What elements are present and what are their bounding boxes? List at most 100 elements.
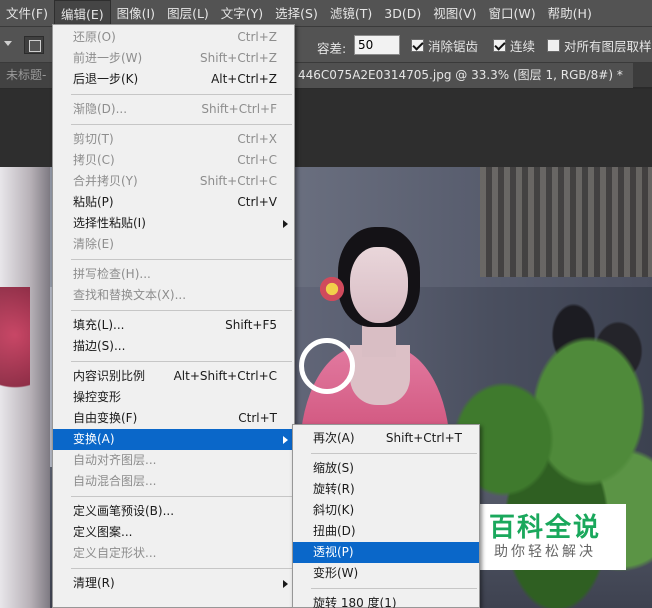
contiguous-label: 连续: [510, 38, 536, 54]
transform-submenu: 再次(A) Shift+Ctrl+T 缩放(S) 旋转(R) 斜切(K) 扭曲(D) 透视(…: [292, 424, 480, 608]
menu-item[interactable]: 自动对齐图层...: [53, 450, 294, 471]
checkbox-icon: [493, 38, 506, 52]
photo-background: [480, 167, 652, 277]
menu-item[interactable]: 前进一步(W) Shift+Ctrl+Z: [53, 48, 294, 69]
menu-item-label: 剪切(T): [73, 132, 114, 146]
selection-mode-icon[interactable]: [24, 36, 44, 54]
tool-preset-dropdown[interactable]: [2, 37, 16, 51]
menu-item-shortcut: Shift+Ctrl+F: [201, 102, 277, 116]
menu-item[interactable]: 变换(A): [53, 429, 294, 450]
menu-item[interactable]: 合并拷贝(Y) Shift+Ctrl+C: [53, 171, 294, 192]
photo-background: [0, 287, 30, 407]
menu-item-label: 渐隐(D)...: [73, 102, 128, 116]
menu-0[interactable]: 文件(F): [0, 0, 54, 27]
photo-subject: [350, 247, 408, 323]
menu-item[interactable]: 定义自定形状...: [53, 543, 294, 564]
menu-item[interactable]: 旋转(R): [293, 479, 479, 500]
menu-item-label: 透视(P): [313, 545, 354, 559]
menu-item-shortcut: Ctrl+V: [237, 195, 277, 209]
menu-item-label: 选择性粘贴(I): [73, 216, 146, 230]
menu-item-label: 操控变形: [73, 390, 122, 404]
menu-bar: 文件(F) 编辑(E) 图像(I) 图层(L) 文字(Y) 选择(S) 滤镜(T) 3D(D)…: [0, 0, 652, 27]
photo-subject: [318, 275, 346, 303]
menu-10[interactable]: 帮助(H): [542, 0, 598, 27]
menu-item[interactable]: 粘贴(P) Ctrl+V: [53, 192, 294, 213]
menu-item[interactable]: 斜切(K): [293, 500, 479, 521]
menu-item-label: 再次(A): [313, 431, 355, 445]
tolerance-input[interactable]: 50: [354, 35, 400, 55]
menu-item[interactable]: 渐隐(D)... Shift+Ctrl+F: [53, 99, 294, 120]
tab-untitled[interactable]: 未标题-: [0, 63, 53, 88]
menu-item-label: 拼写检查(H)...: [73, 267, 151, 281]
menu-item-label: 描边(S)...: [73, 339, 126, 353]
menu-item[interactable]: 拷贝(C) Ctrl+C: [53, 150, 294, 171]
menu-item-label: 查找和替换文本(X)...: [73, 288, 187, 302]
menu-item-label: 扭曲(D): [313, 524, 356, 538]
menu-item[interactable]: 拼写检查(H)...: [53, 264, 294, 285]
menu-8[interactable]: 视图(V): [427, 0, 482, 27]
menu-item-label: 清理(R): [73, 576, 115, 590]
menu-item[interactable]: 操控变形: [53, 387, 294, 408]
menu-item-label: 前进一步(W): [73, 51, 143, 65]
menu-item[interactable]: 查找和替换文本(X)...: [53, 285, 294, 306]
menu-item-label: 合并拷贝(Y): [73, 174, 138, 188]
menu-item-label: 后退一步(K): [73, 72, 139, 86]
menu-5[interactable]: 选择(S): [269, 0, 324, 27]
menu-2[interactable]: 图像(I): [111, 0, 161, 27]
edit-menu: 还原(O) Ctrl+Z 前进一步(W) Shift+Ctrl+Z 后退一步(K) Alt…: [52, 24, 295, 608]
menu-item-label: 内容识别比例: [73, 369, 146, 383]
contiguous-checkbox[interactable]: 连续: [493, 37, 536, 54]
menu-item-shortcut: Shift+Ctrl+T: [385, 431, 462, 445]
menu-item[interactable]: 选择性粘贴(I): [53, 213, 294, 234]
menu-3[interactable]: 图层(L): [161, 0, 215, 27]
antialias-checkbox[interactable]: 消除锯齿: [411, 37, 479, 54]
menu-7[interactable]: 3D(D): [378, 0, 427, 27]
menu-item[interactable]: 剪切(T) Ctrl+X: [53, 129, 294, 150]
menu-item[interactable]: 后退一步(K) Alt+Ctrl+Z: [53, 69, 294, 90]
menu-item-label: 拷贝(C): [73, 153, 115, 167]
menu-item[interactable]: 还原(O) Ctrl+Z: [53, 27, 294, 48]
menu-separator: [71, 124, 292, 125]
menu-item[interactable]: 描边(S)...: [53, 336, 294, 357]
menu-item-shortcut: Shift+Ctrl+C: [199, 174, 277, 188]
menu-separator: [71, 310, 292, 311]
menu-item[interactable]: 缩放(S): [293, 458, 479, 479]
submenu-arrow-icon: [283, 580, 288, 588]
menu-item-label: 旋转(R): [313, 482, 355, 496]
menu-item-label: 自动对齐图层...: [73, 453, 157, 467]
menu-item[interactable]: 清除(E): [53, 234, 294, 255]
menu-item[interactable]: 再次(A) Shift+Ctrl+T: [293, 428, 479, 449]
menu-item[interactable]: 清理(R): [53, 573, 294, 594]
menu-item-shortcut: Shift+F5: [225, 318, 277, 332]
menu-item-label: 旋转 180 度(1): [313, 596, 397, 608]
menu-item[interactable]: 扭曲(D): [293, 521, 479, 542]
watermark-title: 百科全说: [488, 513, 601, 543]
menu-item[interactable]: 透视(P): [293, 542, 479, 563]
menu-separator: [311, 453, 477, 454]
menu-item-label: 变换(A): [73, 432, 115, 446]
menu-item[interactable]: 定义画笔预设(B)...: [53, 501, 294, 522]
checkbox-icon: [547, 38, 560, 52]
menu-item[interactable]: 内容识别比例 Alt+Shift+Ctrl+C: [53, 366, 294, 387]
menu-item[interactable]: 变形(W): [293, 563, 479, 584]
menu-separator: [71, 259, 292, 260]
menu-item[interactable]: 自由变换(F) Ctrl+T: [53, 408, 294, 429]
menu-1[interactable]: 编辑(E): [53, 0, 111, 27]
menu-4[interactable]: 文字(Y): [215, 0, 269, 27]
menu-item[interactable]: 自动混合图层...: [53, 471, 294, 492]
brush-cursor-icon: [299, 338, 355, 394]
menu-item-label: 定义画笔预设(B)...: [73, 504, 175, 518]
menu-separator: [71, 361, 292, 362]
all-layers-label: 对所有图层取样: [564, 38, 652, 54]
menu-9[interactable]: 窗口(W): [483, 0, 542, 27]
menu-6[interactable]: 滤镜(T): [324, 0, 378, 27]
antialias-label: 消除锯齿: [428, 38, 479, 54]
menu-item[interactable]: 定义图案...: [53, 522, 294, 543]
tolerance-label: 容差:: [317, 41, 347, 56]
menu-item-shortcut: Alt+Shift+Ctrl+C: [173, 369, 277, 383]
menu-separator: [71, 568, 292, 569]
menu-item[interactable]: 填充(L)... Shift+F5: [53, 315, 294, 336]
tab-active-document[interactable]: 446C075A2E0314705.jpg @ 33.3% (图层 1, RGB…: [294, 63, 633, 88]
all-layers-checkbox[interactable]: 对所有图层取样: [547, 37, 652, 54]
menu-item[interactable]: 旋转 180 度(1): [293, 593, 479, 608]
